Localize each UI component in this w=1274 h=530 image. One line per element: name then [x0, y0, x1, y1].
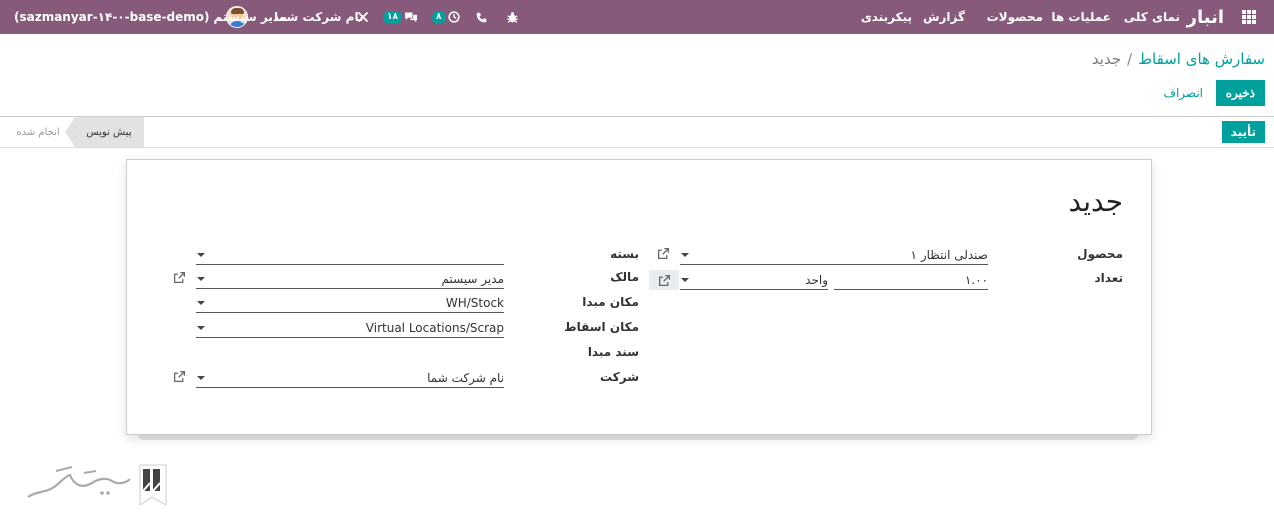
chat-bubbles-icon	[405, 12, 417, 23]
external-link-icon[interactable]	[657, 247, 671, 261]
label-source-location: مکان مبدا	[582, 295, 639, 309]
user-name: مدیر سیستم	[213, 10, 288, 24]
messages-count-badge: ۱۸	[383, 10, 402, 24]
apps-menu-button[interactable]	[1242, 0, 1256, 34]
record-title: جدید	[1068, 185, 1124, 218]
app-brand[interactable]: انبار	[1187, 0, 1224, 34]
menu-products[interactable]: محصولات	[987, 0, 1043, 34]
menu-overview[interactable]: نمای کلی	[1124, 0, 1180, 34]
watermark-logo	[26, 463, 168, 508]
breadcrumb-current: جدید	[1091, 50, 1122, 68]
status-stage-done[interactable]: انجام شده	[12, 117, 64, 147]
scrap-location-field[interactable]: Virtual Locations/Scrap	[196, 318, 504, 338]
label-quantity: تعداد	[1094, 271, 1123, 285]
source-location-field[interactable]: WH/Stock	[196, 293, 504, 313]
activities-menu[interactable]: ۸	[432, 0, 460, 34]
chevron-down-icon	[197, 326, 205, 330]
owner-field[interactable]: مدیر سیستم	[196, 269, 504, 289]
discard-button[interactable]: انصراف	[1161, 80, 1206, 106]
uom-external-link-button[interactable]	[649, 270, 679, 290]
breadcrumb-separator: /	[1127, 50, 1133, 68]
top-navbar: انبار نمای کلی عملیات ها محصولات گزارش پ…	[0, 0, 1274, 34]
company-field[interactable]: نام شرکت شما	[196, 368, 504, 388]
scrap-location-value: Virtual Locations/Scrap	[365, 321, 504, 335]
label-package: بسته	[610, 247, 639, 261]
quantity-value: ۱.۰۰	[964, 273, 988, 287]
clock-icon	[447, 11, 460, 23]
messages-menu[interactable]: ۱۸	[383, 0, 418, 34]
company-switcher[interactable]: نام شرکت شما	[274, 0, 363, 34]
status-stage-draft[interactable]: پیش نویس	[65, 117, 144, 147]
label-product: محصول	[1077, 247, 1123, 261]
confirm-button[interactable]: تأیید	[1221, 121, 1265, 143]
uom-value: واحد	[805, 273, 828, 287]
quantity-input[interactable]: ۱.۰۰	[834, 270, 988, 290]
source-document-input[interactable]	[196, 343, 504, 363]
voip-phone-icon[interactable]	[476, 0, 487, 34]
uom-select[interactable]: واحد	[680, 270, 828, 290]
form-sheet: جدید محصول صندلی انتظار ۱ تعداد ۱.۰۰ واح…	[126, 159, 1152, 435]
menu-operations[interactable]: عملیات ها	[1051, 0, 1111, 34]
db-name: (sazmanyar-۱۴-۰-base-demo)	[14, 10, 210, 24]
menu-reporting[interactable]: گزارش	[923, 0, 965, 34]
save-button[interactable]: ذخیره	[1215, 80, 1265, 106]
activities-count-badge: ۸	[432, 10, 446, 24]
external-link-icon[interactable]	[173, 271, 187, 285]
chevron-down-icon	[681, 278, 689, 282]
breadcrumb-parent-link[interactable]: سفارش های اسقاط	[1138, 50, 1265, 68]
chevron-down-icon	[197, 253, 205, 257]
form-statusbar: تأیید پیش نویس انجام شده	[0, 116, 1274, 148]
owner-value: مدیر سیستم	[441, 272, 505, 286]
chevron-down-icon	[197, 277, 205, 281]
menu-configuration[interactable]: پیکربندی	[861, 0, 912, 34]
label-owner: مالک	[610, 270, 639, 284]
debug-bug-icon[interactable]	[506, 0, 519, 34]
product-field[interactable]: صندلی انتظار ۱	[680, 245, 988, 265]
user-menu[interactable]: (sazmanyar-۱۴-۰-base-demo) مدیر سیستم	[14, 0, 287, 34]
product-value: صندلی انتظار ۱	[910, 248, 988, 262]
chevron-down-icon	[197, 376, 205, 380]
label-source-document: سند مبدا	[587, 345, 639, 359]
chevron-down-icon	[681, 253, 689, 257]
package-field[interactable]	[196, 245, 504, 265]
breadcrumb: سفارش های اسقاط / جدید	[1092, 50, 1265, 68]
label-scrap-location: مکان اسقاط	[564, 320, 639, 334]
company-value: نام شرکت شما	[427, 371, 504, 385]
chevron-down-icon	[197, 301, 205, 305]
external-link-icon	[658, 274, 670, 286]
source-location-value: WH/Stock	[445, 296, 504, 310]
label-company: شرکت	[600, 370, 639, 384]
external-link-icon[interactable]	[173, 370, 187, 384]
apps-grid-icon	[1242, 10, 1256, 24]
